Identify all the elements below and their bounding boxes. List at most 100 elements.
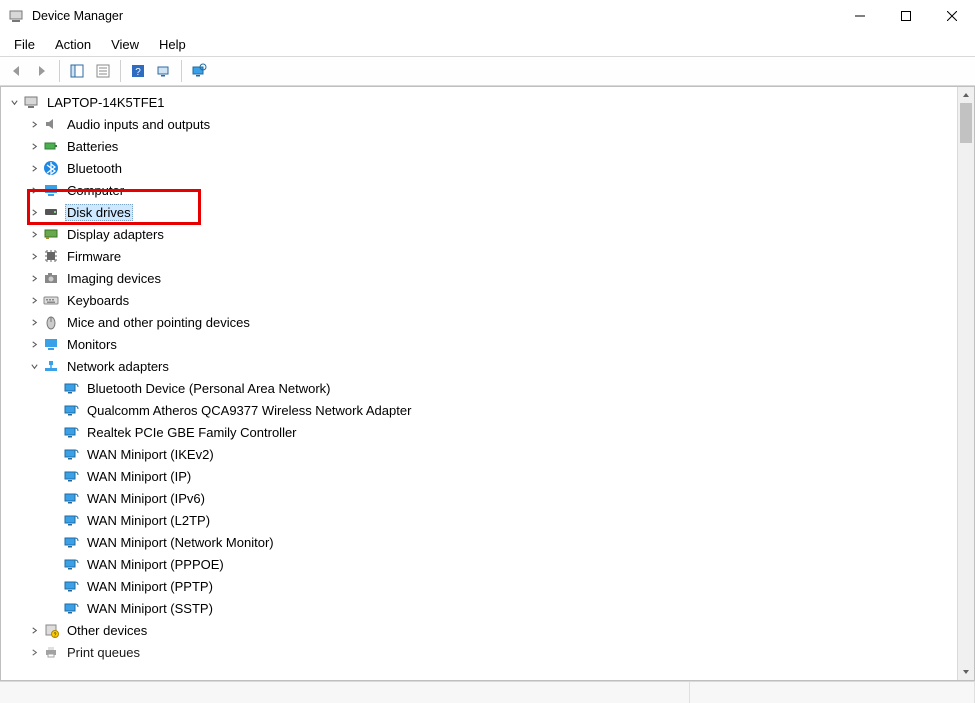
show-hide-tree-button[interactable] [65, 59, 89, 83]
device-label: WAN Miniport (IP) [85, 468, 193, 485]
window-controls [837, 0, 975, 32]
category-mice[interactable]: Mice and other pointing devices [7, 311, 957, 333]
help-button[interactable]: ? [126, 59, 150, 83]
chevron-down-icon[interactable] [7, 95, 21, 109]
category-label: Firmware [65, 248, 123, 265]
scan-button[interactable] [152, 59, 176, 83]
chevron-right-icon[interactable] [27, 205, 41, 219]
device-tree[interactable]: LAPTOP-14K5TFE1 Audio inputs and outputs… [1, 87, 957, 680]
category-display[interactable]: Display adapters [7, 223, 957, 245]
device-label: Qualcomm Atheros QCA9377 Wireless Networ… [85, 402, 413, 419]
display-adapter-icon [43, 226, 59, 242]
tree-root-label: LAPTOP-14K5TFE1 [45, 94, 167, 111]
menu-view[interactable]: View [101, 35, 149, 54]
category-label: Mice and other pointing devices [65, 314, 252, 331]
window-title: Device Manager [32, 9, 123, 23]
chevron-right-icon[interactable] [27, 337, 41, 351]
chevron-right-icon[interactable] [27, 227, 41, 241]
chevron-right-icon[interactable] [27, 117, 41, 131]
other-devices-icon: ? [43, 622, 59, 638]
monitor-icon [43, 182, 59, 198]
scroll-down-icon[interactable] [958, 664, 974, 680]
network-adapter-icon [63, 402, 79, 418]
device-item[interactable]: Bluetooth Device (Personal Area Network) [7, 377, 957, 399]
chevron-right-icon[interactable] [27, 645, 41, 659]
category-firmware[interactable]: Firmware [7, 245, 957, 267]
disk-icon [43, 204, 59, 220]
category-label: Computer [65, 182, 126, 199]
device-item[interactable]: WAN Miniport (Network Monitor) [7, 531, 957, 553]
category-label: Monitors [65, 336, 119, 353]
category-monitors[interactable]: Monitors [7, 333, 957, 355]
speaker-icon [43, 116, 59, 132]
category-label: Imaging devices [65, 270, 163, 287]
category-network[interactable]: Network adapters [7, 355, 957, 377]
category-label: Batteries [65, 138, 120, 155]
category-audio[interactable]: Audio inputs and outputs [7, 113, 957, 135]
device-label: WAN Miniport (L2TP) [85, 512, 212, 529]
network-adapter-icon [63, 424, 79, 440]
maximize-button[interactable] [883, 0, 929, 32]
properties-button[interactable] [91, 59, 115, 83]
statusbar [0, 681, 975, 703]
menu-file[interactable]: File [4, 35, 45, 54]
chevron-right-icon[interactable] [27, 183, 41, 197]
minimize-button[interactable] [837, 0, 883, 32]
main-pane: LAPTOP-14K5TFE1 Audio inputs and outputs… [0, 86, 975, 681]
scroll-thumb[interactable] [960, 103, 972, 143]
vertical-scrollbar[interactable] [957, 87, 974, 680]
category-label: Other devices [65, 622, 149, 639]
keyboard-icon [43, 292, 59, 308]
scroll-up-icon[interactable] [958, 87, 974, 103]
chevron-right-icon[interactable] [27, 139, 41, 153]
network-adapter-icon [63, 534, 79, 550]
menu-action[interactable]: Action [45, 35, 101, 54]
device-item[interactable]: WAN Miniport (IP) [7, 465, 957, 487]
camera-icon [43, 270, 59, 286]
device-item[interactable]: WAN Miniport (PPPOE) [7, 553, 957, 575]
chevron-right-icon[interactable] [27, 161, 41, 175]
tree-root[interactable]: LAPTOP-14K5TFE1 [7, 91, 957, 113]
forward-button[interactable] [30, 59, 54, 83]
category-label: Audio inputs and outputs [65, 116, 212, 133]
chevron-right-icon[interactable] [27, 623, 41, 637]
category-computer[interactable]: Computer [7, 179, 957, 201]
chevron-down-icon[interactable] [27, 359, 41, 373]
device-item[interactable]: Realtek PCIe GBE Family Controller [7, 421, 957, 443]
category-batteries[interactable]: Batteries [7, 135, 957, 157]
menubar: File Action View Help [0, 32, 975, 56]
mouse-icon [43, 314, 59, 330]
svg-text:?: ? [135, 67, 141, 78]
chevron-right-icon[interactable] [27, 249, 41, 263]
network-adapter-icon [63, 600, 79, 616]
svg-text:?: ? [54, 633, 57, 639]
chevron-right-icon[interactable] [27, 271, 41, 285]
device-item[interactable]: WAN Miniport (SSTP) [7, 597, 957, 619]
category-label: Print queues [65, 644, 142, 661]
category-other[interactable]: ? Other devices [7, 619, 957, 641]
close-button[interactable] [929, 0, 975, 32]
chevron-right-icon[interactable] [27, 315, 41, 329]
device-item[interactable]: WAN Miniport (PPTP) [7, 575, 957, 597]
monitor-icon [43, 336, 59, 352]
category-label: Display adapters [65, 226, 166, 243]
category-label: Keyboards [65, 292, 131, 309]
toolbar-separator [181, 60, 182, 82]
network-adapter-icon [63, 380, 79, 396]
device-item[interactable]: WAN Miniport (L2TP) [7, 509, 957, 531]
chevron-right-icon[interactable] [27, 293, 41, 307]
menu-help[interactable]: Help [149, 35, 196, 54]
back-button[interactable] [4, 59, 28, 83]
device-label: WAN Miniport (IKEv2) [85, 446, 216, 463]
device-item[interactable]: WAN Miniport (IPv6) [7, 487, 957, 509]
category-print[interactable]: Print queues [7, 641, 957, 663]
category-imaging[interactable]: Imaging devices [7, 267, 957, 289]
device-item[interactable]: Qualcomm Atheros QCA9377 Wireless Networ… [7, 399, 957, 421]
category-keyboards[interactable]: Keyboards [7, 289, 957, 311]
toolbar-separator [120, 60, 121, 82]
category-bluetooth[interactable]: Bluetooth [7, 157, 957, 179]
category-label: Network adapters [65, 358, 171, 375]
device-item[interactable]: WAN Miniport (IKEv2) [7, 443, 957, 465]
category-disk-drives[interactable]: Disk drives [7, 201, 957, 223]
scan-hardware-button[interactable] [187, 59, 211, 83]
